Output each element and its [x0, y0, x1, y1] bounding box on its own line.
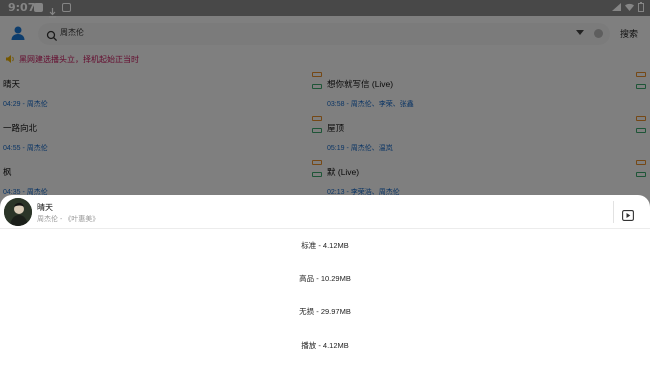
quality-option-standard[interactable]: 标准 - 4.12MB [0, 232, 650, 260]
quality-option-high[interactable]: 高品 - 10.29MB [0, 265, 650, 293]
sheet-song-title: 晴天 [37, 203, 53, 212]
play-option[interactable]: 播放 - 4.12MB [0, 332, 650, 360]
quality-option-lossless[interactable]: 无损 - 29.97MB [0, 298, 650, 326]
sheet-header: 晴天 周杰伦 - 《叶惠美》 [0, 195, 650, 229]
video-icon[interactable] [622, 206, 634, 221]
album-cover [4, 198, 32, 226]
divider [613, 201, 614, 223]
sheet-song-subtitle: 周杰伦 - 《叶惠美》 [37, 216, 100, 223]
download-bottom-sheet: 晴天 周杰伦 - 《叶惠美》 标准 - 4.12MB 高品 - 10.29MB … [0, 195, 650, 365]
